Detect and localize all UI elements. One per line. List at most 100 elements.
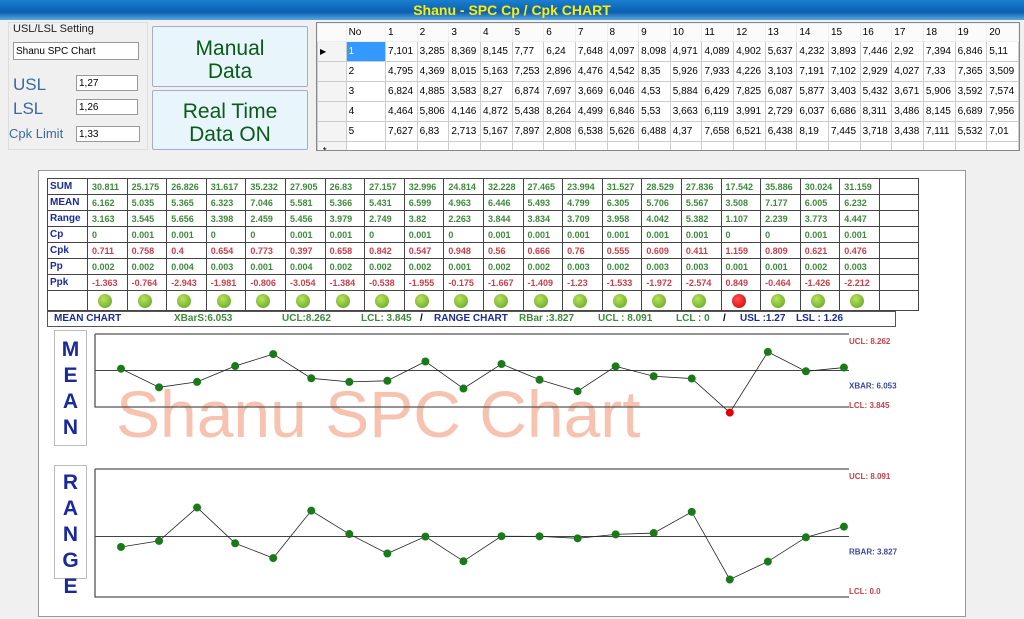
grid-cell[interactable]: 6,846 (954, 41, 988, 62)
grid-cell[interactable]: 8,145 (922, 101, 956, 122)
row-no-cell[interactable]: 5 (345, 121, 387, 142)
grid-cell[interactable]: 7,394 (922, 41, 956, 62)
grid-cell[interactable]: 6,824 (385, 81, 418, 102)
new-row-cell[interactable] (891, 141, 924, 150)
column-header[interactable]: 5 (511, 23, 545, 42)
grid-cell[interactable]: 5,884 (669, 81, 703, 102)
new-row-cell[interactable] (448, 141, 481, 150)
column-header[interactable]: 19 (954, 23, 988, 42)
row-no-cell[interactable]: 3 (345, 81, 387, 102)
grid-cell[interactable]: 7,825 (733, 81, 766, 102)
grid-cell[interactable]: 4,097 (606, 41, 640, 62)
grid-cell[interactable]: 5,163 (479, 61, 513, 82)
grid-cell[interactable]: 8,145 (479, 41, 513, 62)
new-row-cell[interactable] (416, 141, 450, 150)
grid-cell[interactable]: 8,369 (448, 41, 481, 62)
column-header[interactable]: 17 (891, 23, 924, 42)
column-header[interactable]: 4 (479, 23, 513, 42)
grid-cell[interactable]: 6,521 (733, 121, 766, 142)
column-header[interactable]: 9 (638, 23, 671, 42)
grid-cell[interactable]: 4,902 (733, 41, 766, 62)
data-grid[interactable]: No 1 2 3 4 5 6 7 8 9 10 11 12 13 14 15 16 17 18 19 20 ▶ 1 7,101… (316, 22, 1020, 151)
row-no-cell[interactable]: 4 (345, 101, 387, 122)
new-row-cell[interactable] (479, 141, 513, 150)
grid-cell[interactable]: 4,226 (733, 61, 766, 82)
cpk-limit-input[interactable] (76, 126, 140, 142)
column-header[interactable]: 11 (701, 23, 735, 42)
new-row-cell[interactable] (986, 141, 1019, 150)
grid-cell[interactable]: 2,929 (859, 61, 893, 82)
grid-cell[interactable]: 7,648 (574, 41, 608, 62)
grid-cell[interactable]: 7,658 (701, 121, 735, 142)
grid-cell[interactable]: 3,403 (828, 81, 861, 102)
grid-cell[interactable]: 5,53 (638, 101, 671, 122)
grid-cell[interactable]: 6,686 (828, 101, 861, 122)
grid-cell[interactable]: 4,795 (385, 61, 418, 82)
grid-cell[interactable]: 4,464 (385, 101, 418, 122)
grid-cell[interactable]: 3,718 (859, 121, 893, 142)
new-row-cell[interactable] (796, 141, 829, 150)
grid-cell[interactable]: 4,971 (669, 41, 703, 62)
new-row-cell[interactable] (669, 141, 703, 150)
column-header[interactable]: 10 (669, 23, 703, 42)
new-row-cell[interactable] (574, 141, 608, 150)
grid-cell[interactable]: 6,24 (543, 41, 576, 62)
grid-cell[interactable]: 5,637 (764, 41, 798, 62)
grid-cell[interactable]: 7,697 (543, 81, 576, 102)
grid-cell[interactable]: 4,53 (638, 81, 671, 102)
grid-cell[interactable]: 5,906 (922, 81, 956, 102)
column-header[interactable]: 2 (416, 23, 450, 42)
grid-cell[interactable]: 7,956 (986, 101, 1019, 122)
new-row-selector[interactable]: * (317, 141, 347, 150)
grid-cell[interactable]: 2,729 (764, 101, 798, 122)
column-header[interactable]: 20 (986, 23, 1019, 42)
grid-cell[interactable]: 7,365 (954, 61, 988, 82)
lsl-input[interactable] (76, 99, 138, 115)
column-header[interactable]: 8 (606, 23, 640, 42)
grid-cell[interactable]: 4,872 (479, 101, 513, 122)
grid-cell[interactable]: 7,574 (986, 81, 1019, 102)
grid-cell[interactable]: 6,438 (764, 121, 798, 142)
grid-cell[interactable]: 8,264 (543, 101, 576, 122)
grid-cell[interactable]: 6,874 (511, 81, 545, 102)
grid-cell[interactable]: 7,253 (511, 61, 545, 82)
grid-cell[interactable]: 8,098 (638, 41, 671, 62)
grid-cell[interactable]: 8,015 (448, 61, 481, 82)
new-row-cell[interactable] (511, 141, 545, 150)
grid-cell[interactable]: 8,35 (638, 61, 671, 82)
column-header[interactable]: 14 (796, 23, 829, 42)
grid-cell[interactable]: 5,532 (954, 121, 988, 142)
grid-cell[interactable]: 3,103 (764, 61, 798, 82)
grid-cell[interactable]: 5,11 (986, 41, 1019, 62)
new-row-cell[interactable] (733, 141, 766, 150)
usl-input[interactable] (76, 75, 138, 91)
grid-cell[interactable]: 5,432 (859, 81, 893, 102)
grid-cell[interactable]: 7,111 (922, 121, 956, 142)
grid-cell[interactable]: 3,509 (986, 61, 1019, 82)
row-selector[interactable] (317, 81, 347, 102)
new-row-cell[interactable] (385, 141, 418, 150)
grid-cell[interactable]: 7,101 (385, 41, 418, 62)
grid-cell[interactable]: 6,087 (764, 81, 798, 102)
new-row-cell[interactable] (764, 141, 798, 150)
grid-cell[interactable]: 5,926 (669, 61, 703, 82)
new-row-cell[interactable] (954, 141, 988, 150)
new-row-cell[interactable] (638, 141, 671, 150)
grid-row[interactable]: ▶ 1 7,101 3,285 8,369 8,145 7,77 6,24 7,648 4,097… (317, 41, 1019, 62)
real-time-data-button[interactable]: Real Time Data ON (152, 90, 308, 150)
grid-cell[interactable]: 4,885 (416, 81, 450, 102)
grid-cell[interactable]: 7,933 (701, 61, 735, 82)
grid-cell[interactable]: 7,77 (511, 41, 545, 62)
grid-cell[interactable]: 3,893 (828, 41, 861, 62)
grid-row[interactable]: 4 4,464 5,806 4,146 4,872 5,438 8,264 4,499 6,84… (317, 101, 1019, 122)
grid-cell[interactable]: 8,19 (796, 121, 829, 142)
column-header[interactable]: 1 (385, 23, 418, 42)
new-row-cell[interactable] (922, 141, 956, 150)
grid-cell[interactable]: 5,626 (606, 121, 640, 142)
grid-cell[interactable]: 2,92 (891, 41, 924, 62)
grid-cell[interactable]: 6,846 (606, 101, 640, 122)
grid-cell[interactable]: 3,592 (954, 81, 988, 102)
grid-cell[interactable]: 5,806 (416, 101, 450, 122)
grid-cell[interactable]: 5,438 (511, 101, 545, 122)
grid-cell[interactable]: 4,369 (416, 61, 450, 82)
